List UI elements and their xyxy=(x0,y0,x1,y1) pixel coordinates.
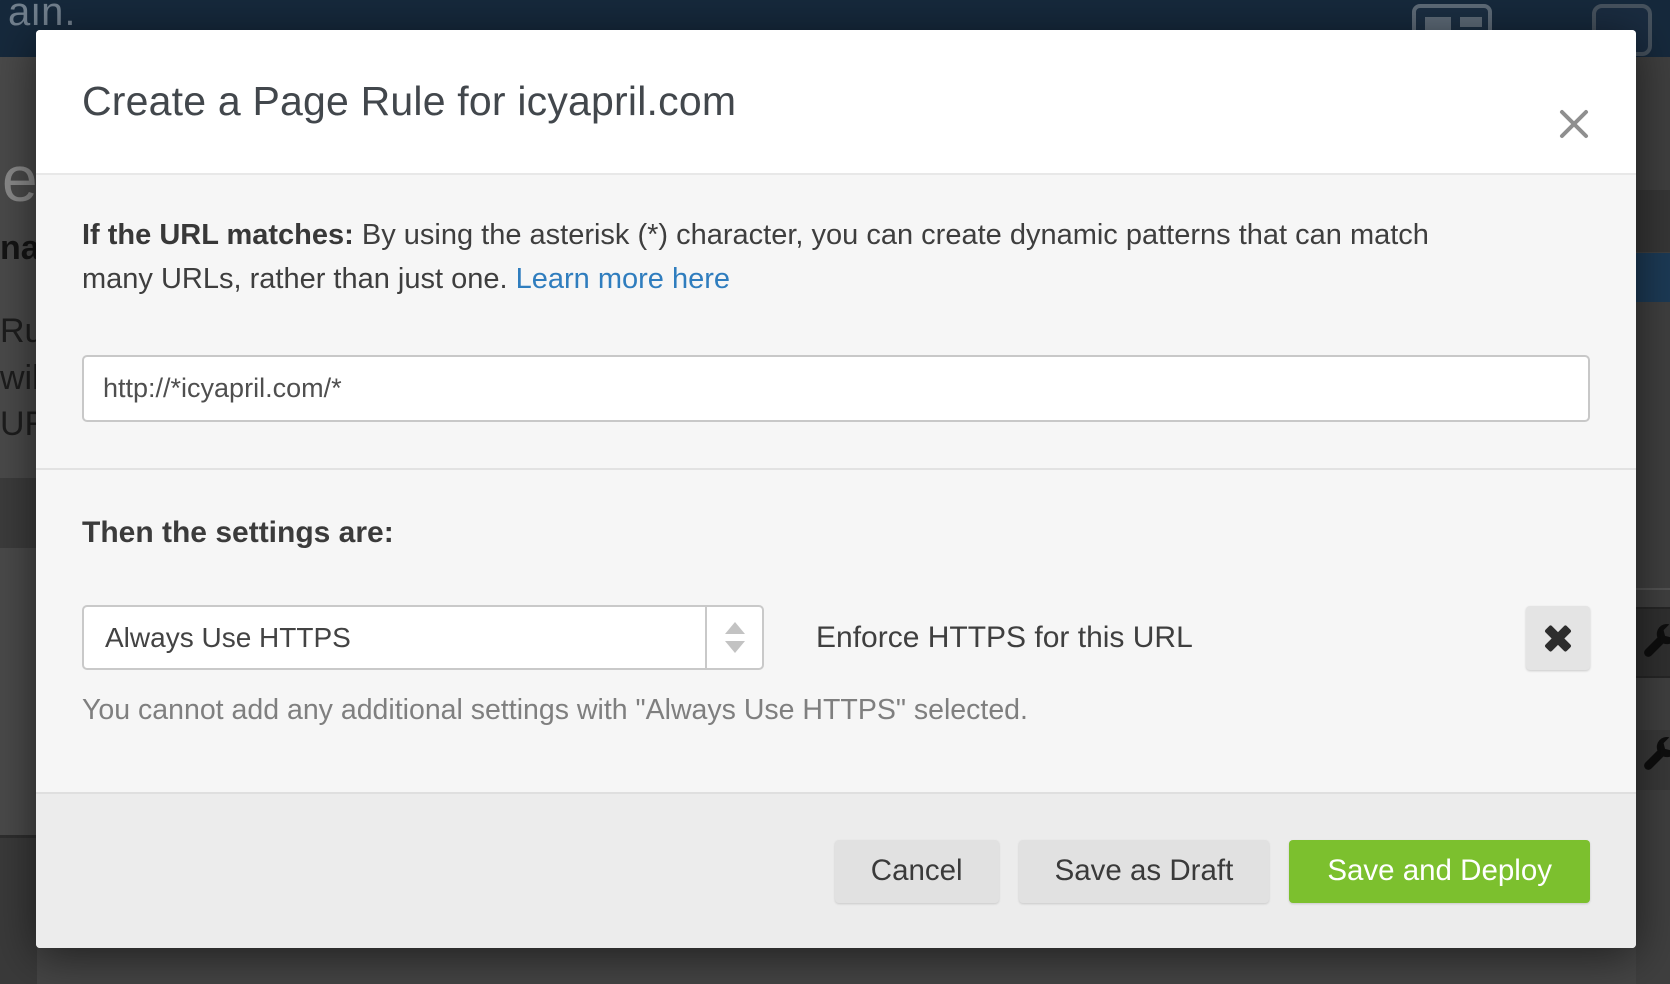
url-match-text-line2: many URLs, rather than just one. xyxy=(82,263,516,295)
url-pattern-input[interactable] xyxy=(82,355,1590,422)
setting-description: Enforce HTTPS for this URL xyxy=(816,621,1193,655)
background-blue-button-fragment xyxy=(1636,253,1670,302)
background-text-fragment: will xyxy=(0,359,37,398)
background-table-band xyxy=(0,478,37,548)
url-match-text-line1: By using the asterisk (*) character, you… xyxy=(354,219,1429,251)
modal-footer: Cancel Save as Draft Save and Deploy xyxy=(36,792,1636,948)
settings-heading: Then the settings are: xyxy=(82,516,1590,550)
background-page-right-edge xyxy=(1636,57,1670,984)
save-and-deploy-button[interactable]: Save and Deploy xyxy=(1289,840,1590,903)
save-as-draft-button[interactable]: Save as Draft xyxy=(1019,840,1270,903)
select-value: Always Use HTTPS xyxy=(84,607,705,668)
background-text-fragment: Ru xyxy=(0,312,37,351)
chevron-up-icon xyxy=(725,622,745,634)
url-match-description: If the URL matches: By using the asteris… xyxy=(82,213,1542,301)
news-icon-line xyxy=(1460,17,1482,27)
background-text-fragment: e xyxy=(2,142,37,216)
chevron-down-icon xyxy=(725,641,745,653)
close-button[interactable] xyxy=(1554,104,1594,144)
background-text-fragment: nav xyxy=(0,229,37,268)
setting-row: Always Use HTTPS Enforce HTTPS for this … xyxy=(82,605,1590,670)
modal-body: If the URL matches: By using the asteris… xyxy=(36,175,1636,792)
cancel-button[interactable]: Cancel xyxy=(835,840,999,903)
create-page-rule-modal: Create a Page Rule for icyapril.com If t… xyxy=(36,30,1636,948)
wrench-icon xyxy=(1640,623,1670,665)
settings-select[interactable]: Always Use HTTPS xyxy=(82,605,764,670)
url-match-label: If the URL matches: xyxy=(82,219,354,251)
learn-more-link[interactable]: Learn more here xyxy=(516,263,730,295)
background-edit-button-fragment xyxy=(1636,607,1670,678)
section-divider xyxy=(36,468,1636,470)
background-table-band xyxy=(1636,190,1670,252)
wrench-icon xyxy=(1640,736,1670,778)
background-edit-button-fragment xyxy=(1636,730,1670,790)
modal-header: Create a Page Rule for icyapril.com xyxy=(36,30,1636,175)
background-text-fragment: UR xyxy=(0,405,37,444)
background-divider xyxy=(1636,588,1670,590)
background-page-left-edge: e nav Ru will UR xyxy=(0,57,37,984)
modal-title: Create a Page Rule for icyapril.com xyxy=(82,78,736,125)
select-stepper[interactable] xyxy=(705,607,762,668)
remove-setting-button[interactable] xyxy=(1526,606,1590,670)
settings-note: You cannot add any additional settings w… xyxy=(82,694,1590,727)
background-table-band xyxy=(0,838,37,984)
